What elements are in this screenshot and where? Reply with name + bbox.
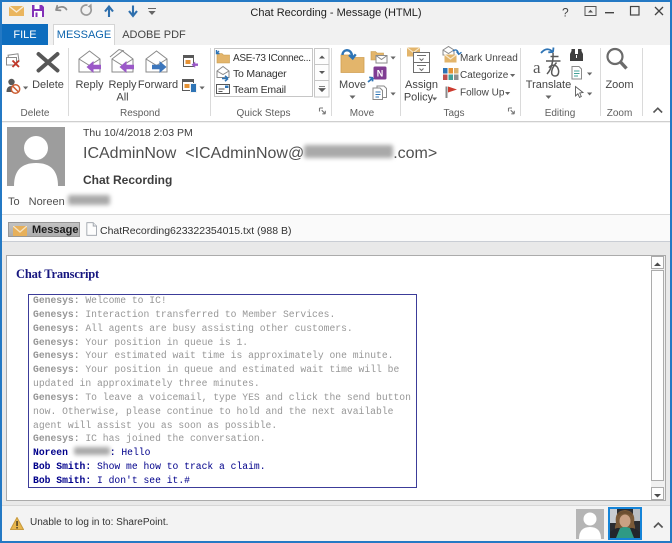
svg-text:Zoom: Zoom: [605, 79, 633, 91]
svg-text:a: a: [533, 58, 541, 77]
svg-text:Tags: Tags: [443, 108, 464, 119]
svg-text:Delete: Delete: [32, 79, 64, 91]
svg-text:To Manager: To Manager: [233, 68, 287, 80]
svg-text:Reply: Reply: [75, 79, 104, 91]
svg-text:Translate: Translate: [526, 79, 571, 91]
svg-text:Quick Steps: Quick Steps: [237, 108, 291, 119]
svg-text:Forward: Forward: [138, 79, 178, 91]
svg-text:Move: Move: [350, 108, 375, 119]
svg-text:Editing: Editing: [545, 108, 576, 119]
svg-text:Move: Move: [339, 79, 366, 91]
svg-text:Team Email: Team Email: [233, 84, 286, 96]
svg-text:Categorize: Categorize: [460, 70, 509, 81]
svg-text:All: All: [116, 92, 128, 104]
svg-text:ASE-73 IConnec...: ASE-73 IConnec...: [233, 53, 311, 64]
svg-text:Mark Unread: Mark Unread: [460, 53, 518, 64]
svg-text:Policy: Policy: [404, 92, 434, 104]
svg-text:Assign: Assign: [405, 79, 438, 91]
svg-text:Follow Up: Follow Up: [460, 88, 505, 99]
svg-text:Zoom: Zoom: [607, 108, 633, 119]
svg-text:Respond: Respond: [120, 108, 160, 119]
svg-text:Reply: Reply: [108, 79, 137, 91]
svg-text:Delete: Delete: [21, 108, 50, 119]
svg-text:N: N: [377, 69, 384, 79]
